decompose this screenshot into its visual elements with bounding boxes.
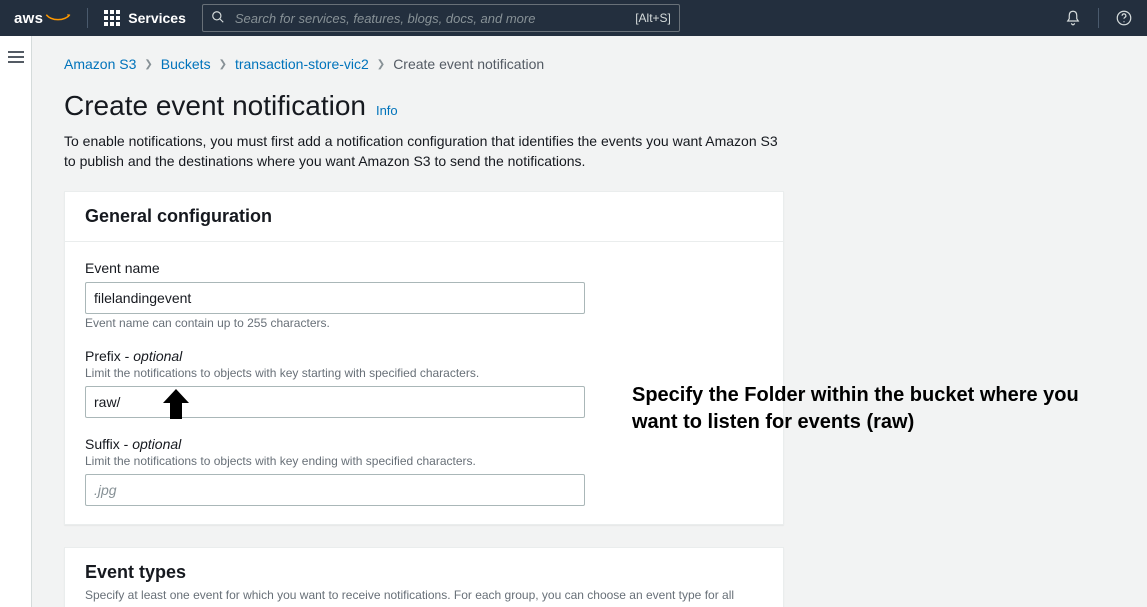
suffix-label: Suffixoptional: [85, 436, 763, 452]
global-header: aws Services [Alt+S]: [0, 0, 1147, 36]
search-input[interactable]: [233, 10, 627, 27]
suffix-label-text: Suffix: [85, 436, 120, 452]
event-name-input[interactable]: [85, 282, 585, 314]
services-label: Services: [128, 10, 186, 26]
main-content: Amazon S3 ❯ Buckets ❯ transaction-store-…: [32, 36, 1147, 607]
prefix-hint: Limit the notifications to objects with …: [85, 366, 763, 380]
event-name-hint: Event name can contain up to 255 charact…: [85, 316, 763, 330]
chevron-right-icon: ❯: [219, 59, 227, 70]
services-menu-button[interactable]: Services: [104, 10, 186, 26]
page-description: To enable notifications, you must first …: [64, 132, 784, 171]
prefix-label: Prefixoptional: [85, 348, 763, 364]
search-shortcut: [Alt+S]: [635, 11, 671, 25]
general-configuration-heading: General configuration: [85, 206, 763, 227]
event-name-label: Event name: [85, 260, 763, 276]
aws-logo-text: aws: [14, 10, 43, 27]
general-configuration-panel: General configuration Event name Event n…: [64, 191, 784, 525]
event-name-field: Event name Event name can contain up to …: [85, 260, 763, 330]
breadcrumb-link-buckets[interactable]: Buckets: [161, 56, 211, 72]
chevron-right-icon: ❯: [377, 59, 385, 70]
prefix-input[interactable]: [85, 386, 585, 418]
event-types-panel: Event types Specify at least one event f…: [64, 547, 784, 607]
aws-logo[interactable]: aws: [14, 10, 71, 27]
panel-header: General configuration: [65, 192, 783, 242]
grid-icon: [104, 10, 120, 26]
left-rail: [0, 36, 32, 607]
global-search[interactable]: [Alt+S]: [202, 4, 680, 32]
info-link[interactable]: Info: [376, 103, 398, 118]
suffix-hint: Limit the notifications to objects with …: [85, 454, 763, 468]
sidebar-toggle[interactable]: [8, 48, 24, 607]
breadcrumb-current: Create event notification: [393, 56, 544, 72]
help-button[interactable]: [1115, 9, 1133, 27]
chevron-right-icon: ❯: [144, 59, 152, 70]
help-icon: [1115, 9, 1133, 27]
breadcrumb-link-bucket-name[interactable]: transaction-store-vic2: [235, 56, 369, 72]
bell-icon: [1064, 9, 1082, 27]
prefix-field: Prefixoptional Limit the notifications t…: [85, 348, 763, 418]
event-types-description: Specify at least one event for which you…: [85, 587, 763, 607]
prefix-optional-text: optional: [121, 348, 183, 364]
panel-header: Event types Specify at least one event f…: [65, 548, 783, 607]
suffix-field: Suffixoptional Limit the notifications t…: [85, 436, 763, 506]
prefix-label-text: Prefix: [85, 348, 121, 364]
breadcrumb: Amazon S3 ❯ Buckets ❯ transaction-store-…: [64, 56, 1115, 72]
page-title-text: Create event notification: [64, 90, 366, 122]
header-divider: [1098, 8, 1099, 28]
page-title: Create event notification Info: [64, 90, 1115, 122]
aws-smile-icon: [45, 13, 71, 23]
event-types-heading: Event types: [85, 562, 763, 583]
suffix-optional-text: optional: [120, 436, 182, 452]
notifications-button[interactable]: [1064, 9, 1082, 27]
search-icon: [211, 10, 225, 27]
breadcrumb-link-amazon-s3[interactable]: Amazon S3: [64, 56, 136, 72]
header-divider: [87, 8, 88, 28]
suffix-input[interactable]: [85, 474, 585, 506]
